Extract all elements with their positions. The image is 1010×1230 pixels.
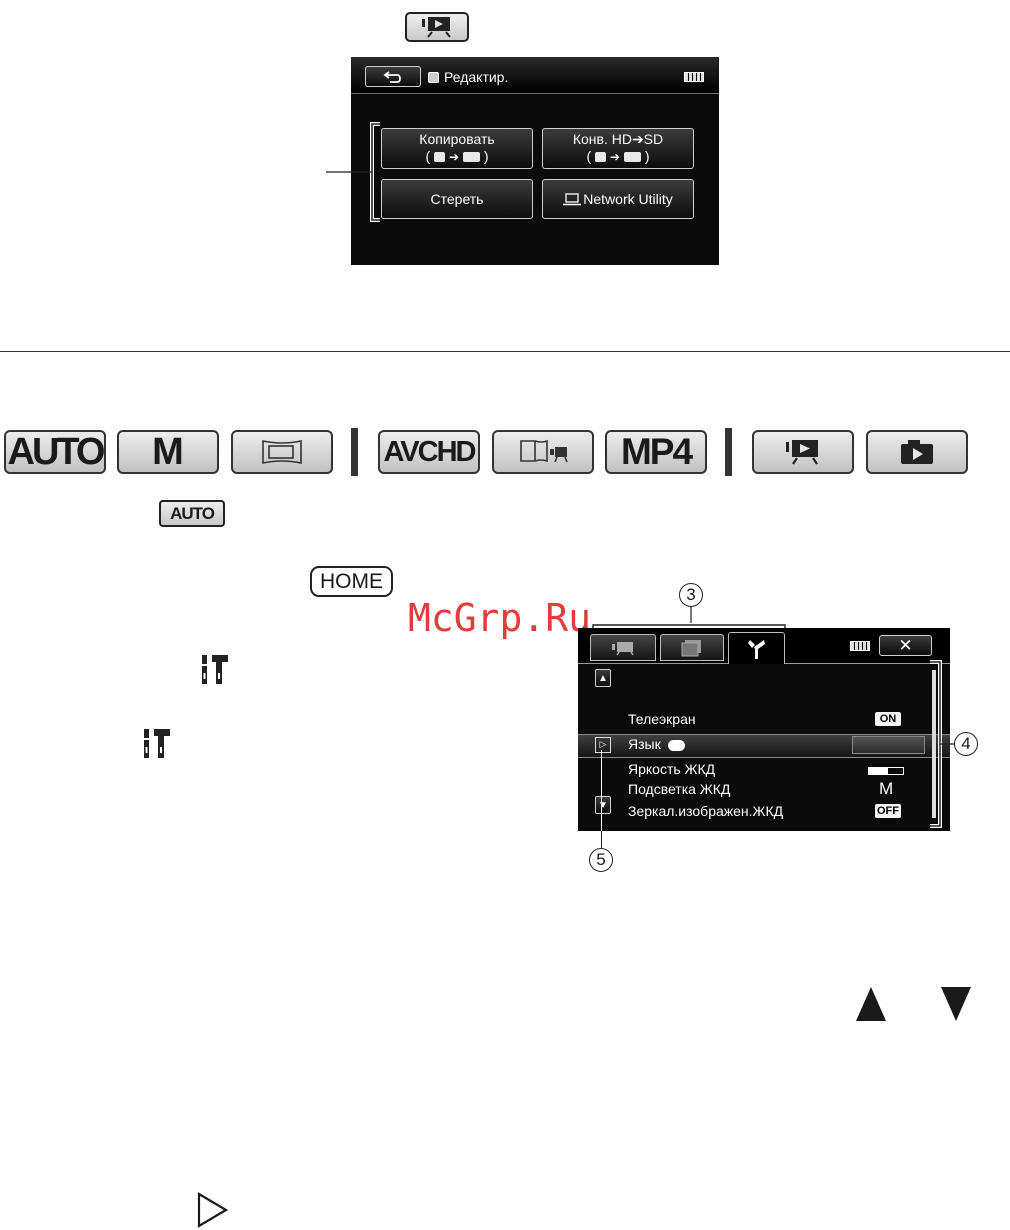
callout-selector: 5 — [589, 848, 613, 872]
wrench-icon — [747, 639, 765, 659]
back-icon — [383, 70, 401, 83]
memory-icon — [434, 152, 446, 163]
arrow-right-icon: ➔ — [448, 150, 460, 164]
tab-movie[interactable] — [590, 634, 656, 661]
mode-video-snapshot — [492, 430, 594, 474]
tv-value: ON — [875, 712, 901, 726]
playback-icon — [786, 440, 818, 465]
language-icon — [667, 739, 685, 751]
memory-icon — [428, 72, 439, 83]
mode-mp4: MP4 — [605, 430, 707, 474]
menu-item-language[interactable]: Язык — [628, 736, 685, 752]
triangle-right-icon: ▷ — [599, 740, 607, 750]
setup-menu-screen: ✕ ▲ ▼ ▷ Телеэкран Язык Яркость ЖКД Подсв… — [578, 628, 950, 831]
memory-icon — [595, 152, 607, 163]
tab-edit[interactable] — [660, 634, 724, 661]
mode-separator — [725, 428, 732, 476]
edit-menu-screen: Редактир. Копировать ( ➔ ) Конв. HD➔SD (… — [351, 57, 719, 265]
playback-mode-key — [405, 12, 469, 42]
tab-setup[interactable] — [728, 632, 785, 664]
backlight-value: M — [879, 779, 894, 798]
battery-icon — [850, 641, 870, 651]
section-divider — [0, 351, 1010, 352]
close-button[interactable]: ✕ — [879, 635, 932, 656]
convert-label: Конв. HD➔SD — [572, 131, 664, 147]
watermark: McGrp.Ru — [408, 596, 592, 640]
home-key: HOME — [310, 566, 393, 597]
tools-icon — [202, 655, 228, 684]
arrow-up-icon: ▲ — [598, 672, 608, 684]
playback-icon — [422, 17, 451, 38]
convert-sub: ( ➔ ) — [586, 148, 650, 164]
menu-item-brightness[interactable]: Яркость ЖКД — [628, 761, 715, 777]
callout-selector-line — [601, 831, 602, 848]
menu-item-mirror[interactable]: Зеркал.изображен.ЖКД — [628, 803, 783, 819]
mode-manual: M — [117, 430, 219, 474]
mode-playback-photo — [866, 430, 968, 474]
buttons-bracket — [326, 122, 380, 222]
menu-item-tv[interactable]: Телеэкран — [628, 711, 696, 727]
mirror-value: OFF — [875, 804, 901, 818]
sd-card-icon — [623, 152, 641, 163]
arrow-down-icon — [941, 987, 971, 1021]
auto-key: AUTO — [159, 500, 225, 527]
edit-icon — [681, 639, 701, 656]
delete-button[interactable]: Стереть — [381, 179, 533, 219]
language-value-box — [852, 736, 925, 754]
copy-sub: ( ➔ ) — [425, 148, 489, 164]
copy-label: Копировать — [419, 131, 495, 147]
arrow-up-icon — [856, 987, 886, 1021]
arrow-right-icon: ➔ — [609, 150, 621, 164]
mode-cinema — [231, 430, 333, 474]
sd-card-icon — [462, 152, 480, 163]
movie-icon — [612, 641, 634, 655]
callout-tabs: 3 — [679, 583, 703, 607]
scroll-up-button[interactable]: ▲ — [595, 669, 611, 687]
copy-button[interactable]: Копировать ( ➔ ) — [381, 128, 533, 169]
convert-hd-sd-button[interactable]: Конв. HD➔SD ( ➔ ) — [542, 128, 694, 169]
mode-separator — [351, 428, 358, 476]
video-snapshot-icon — [520, 439, 568, 463]
network-utility-button[interactable]: Network Utility — [542, 179, 694, 219]
menu-item-backlight[interactable]: Подсветка ЖКД — [628, 781, 730, 797]
mode-avchd: AVCHD — [378, 430, 480, 474]
tools-icon — [144, 729, 170, 758]
triangle-right-icon — [197, 1192, 229, 1228]
callout-scrollbar: 4 — [954, 732, 978, 756]
mode-playback-video — [752, 430, 854, 474]
close-icon: ✕ — [898, 636, 913, 655]
photo-icon — [901, 440, 933, 464]
brightness-level — [868, 767, 904, 775]
screen-title: Редактир. — [444, 69, 509, 85]
mode-auto: AUTO — [4, 430, 106, 474]
computer-icon — [563, 192, 582, 205]
selector-marker[interactable]: ▷ — [595, 737, 611, 753]
cinema-icon — [262, 440, 302, 464]
scroll-down-button[interactable]: ▼ — [595, 796, 611, 814]
back-button[interactable] — [365, 66, 421, 87]
arrow-down-icon: ▼ — [598, 799, 608, 811]
battery-icon — [684, 72, 704, 82]
